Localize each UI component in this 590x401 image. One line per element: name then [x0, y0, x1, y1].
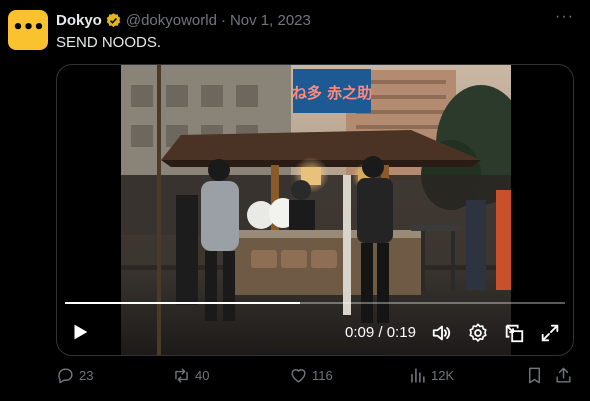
- author-name[interactable]: Dokyo: [56, 12, 102, 29]
- avatar[interactable]: •••: [8, 10, 48, 50]
- share-icon: [556, 367, 571, 383]
- video-time-separator: /: [374, 324, 387, 341]
- share-button[interactable]: [554, 366, 577, 385]
- gear-icon[interactable]: [467, 322, 489, 344]
- video-duration: 0:19: [386, 324, 416, 341]
- video-player[interactable]: ね多 赤之助 0:09 / 0:19: [56, 64, 574, 356]
- volume-icon[interactable]: [431, 322, 453, 344]
- views-icon: [411, 368, 425, 383]
- avatar-logo: •••: [12, 16, 45, 38]
- tweet-text: SEND NOODS.: [56, 34, 162, 51]
- like-button[interactable]: 116: [289, 366, 333, 385]
- video-progress-fill: [65, 302, 300, 304]
- tweet-header: Dokyo @dokyoworld · Nov 1, 2023: [56, 10, 550, 30]
- picture-in-picture-icon[interactable]: [503, 322, 525, 344]
- video-frame: ね多 赤之助: [121, 65, 511, 355]
- play-icon[interactable]: [69, 321, 91, 343]
- video-time: 0:09 / 0:19: [345, 324, 416, 341]
- more-options-button[interactable]: ···: [555, 8, 574, 26]
- reply-button[interactable]: 23: [56, 366, 93, 385]
- fullscreen-icon[interactable]: [539, 322, 561, 344]
- repost-count: 40: [195, 368, 210, 383]
- video-elapsed: 0:09: [345, 324, 375, 341]
- tweet-date[interactable]: Nov 1, 2023: [230, 12, 311, 29]
- views-count: 12K: [431, 368, 455, 383]
- repost-button[interactable]: 40: [172, 366, 209, 385]
- reply-icon: [58, 368, 73, 384]
- author-handle[interactable]: @dokyoworld: [126, 12, 217, 29]
- views-button[interactable]: 12K: [408, 366, 454, 385]
- bookmark-button[interactable]: [525, 366, 548, 385]
- heart-icon: [291, 369, 306, 383]
- bookmark-icon: [529, 367, 540, 384]
- reply-count: 23: [79, 368, 94, 383]
- like-count: 116: [312, 368, 333, 383]
- repost-icon: [175, 368, 188, 383]
- stall-sign: ね多 赤之助: [292, 84, 372, 102]
- verified-badge-icon: [106, 12, 121, 27]
- tweet-action-bar: 23 40 116 12K: [56, 366, 574, 390]
- video-progress-bar[interactable]: [65, 302, 565, 304]
- header-separator: ·: [220, 11, 226, 29]
